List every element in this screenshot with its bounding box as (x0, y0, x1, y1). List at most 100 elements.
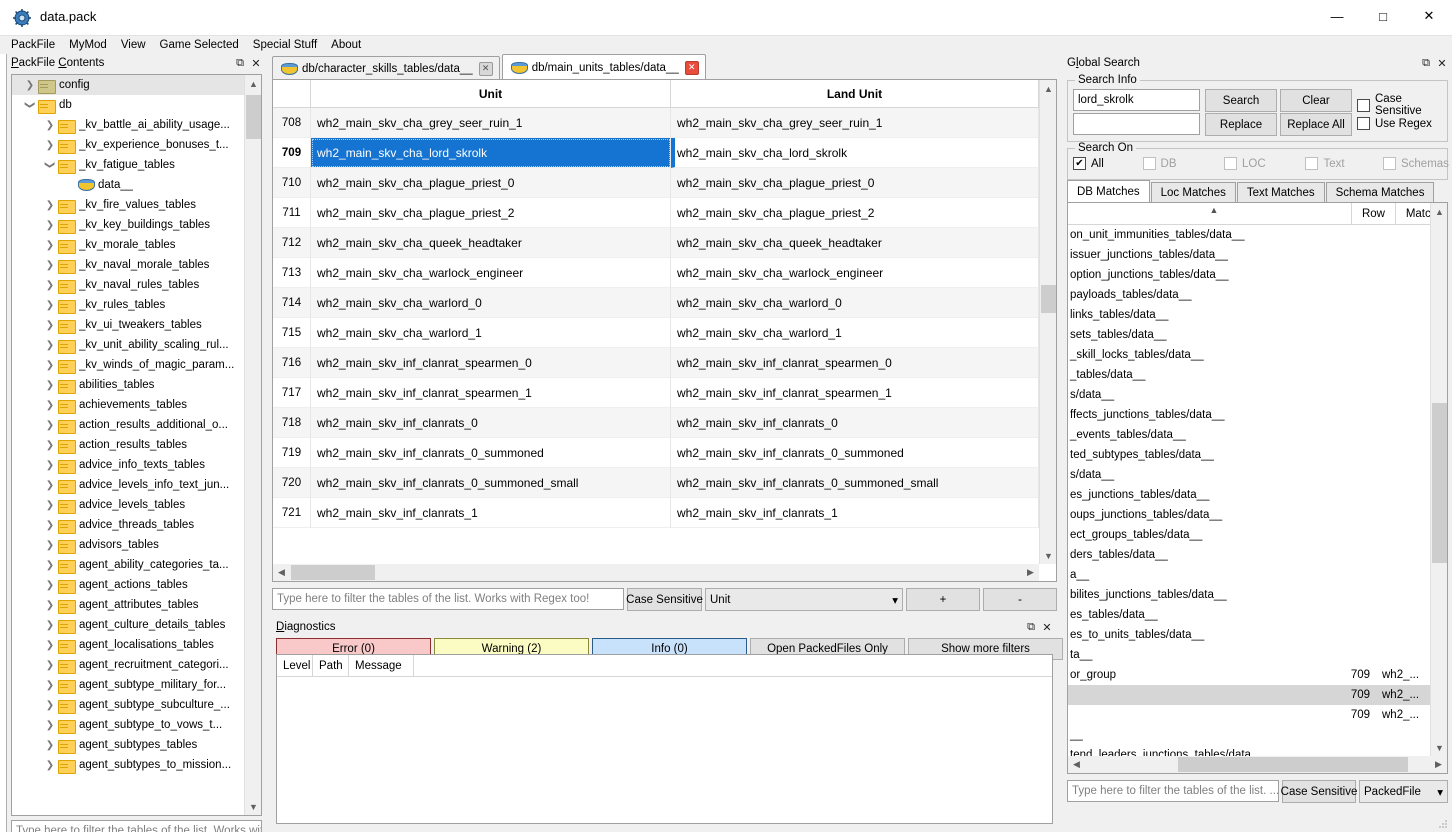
cell-unit[interactable]: wh2_main_skv_cha_warlord_1 (311, 318, 671, 348)
match-row[interactable]: _tables/data__ (1068, 365, 1430, 385)
tab-close-icon[interactable]: ✕ (684, 60, 699, 75)
tree-item[interactable]: ❯ advisors_tables (12, 535, 245, 555)
cell-land-unit[interactable]: wh2_main_skv_cha_queek_headtaker (671, 228, 1039, 258)
chevron-right-icon[interactable]: ❯ (42, 535, 58, 555)
chevron-right-icon[interactable]: ❯ (42, 715, 58, 735)
tree-item[interactable]: ❯ agent_recruitment_categori... (12, 655, 245, 675)
search-result-tab[interactable]: Schema Matches (1325, 182, 1435, 203)
match-row[interactable]: ta__ (1068, 645, 1430, 665)
unit-table-body[interactable]: 708 wh2_main_skv_cha_grey_seer_ruin_1 wh2_… (273, 108, 1056, 528)
cell-unit[interactable]: wh2_main_skv_cha_lord_skrolk (311, 138, 671, 168)
scroll-right-icon[interactable]: ▶ (1022, 564, 1039, 581)
cell-land-unit[interactable]: wh2_main_skv_inf_clanrat_spearmen_1 (671, 378, 1039, 408)
tree-item[interactable]: ❯ action_results_tables (12, 435, 245, 455)
tree-item[interactable]: ❯ advice_levels_info_text_jun... (12, 475, 245, 495)
cell-unit[interactable]: wh2_main_skv_cha_grey_seer_ruin_1 (311, 108, 671, 138)
match-row[interactable]: s/data__ (1068, 465, 1430, 485)
matches-case-sensitive-button[interactable]: Case Sensitive (1281, 780, 1357, 803)
cell-land-unit[interactable]: wh2_main_skv_cha_grey_seer_ruin_1 (671, 108, 1039, 138)
scroll-right-icon[interactable]: ▶ (1430, 756, 1447, 773)
matches-filter-input[interactable]: Type here to filter the tables of the li… (1067, 780, 1279, 802)
cell-land-unit[interactable]: wh2_main_skv_cha_warlock_engineer (671, 258, 1039, 288)
cell-land-unit[interactable]: wh2_main_skv_inf_clanrat_spearmen_0 (671, 348, 1039, 378)
chevron-right-icon[interactable]: ❯ (42, 315, 58, 335)
tree-item[interactable]: ❯ agent_ability_categories_ta... (12, 555, 245, 575)
tree-item[interactable]: data__ (12, 175, 245, 195)
chevron-down-icon[interactable]: ❯ (20, 97, 40, 113)
float-icon[interactable]: ⧉ (1023, 619, 1039, 635)
column-header-message[interactable]: Message (349, 655, 414, 677)
tree-item[interactable]: ❯ _kv_battle_ai_ability_usage... (12, 115, 245, 135)
chevron-right-icon[interactable]: ❯ (42, 735, 58, 755)
close-icon[interactable]: ✕ (1434, 55, 1450, 71)
column-header-row[interactable]: Row (1351, 203, 1395, 225)
diagnostics-table[interactable]: Level Path Message (276, 654, 1053, 824)
tree-item[interactable]: ❯ achievements_tables (12, 395, 245, 415)
chevron-right-icon[interactable]: ❯ (42, 655, 58, 675)
match-row[interactable]: bilites_junctions_tables/data__ (1068, 585, 1430, 605)
menu-item-packfile[interactable]: PackFile (4, 36, 62, 54)
table-vertical-scrollbar[interactable]: ▲ ▼ (1039, 80, 1056, 564)
scroll-left-icon[interactable]: ◀ (273, 564, 290, 581)
search-input[interactable]: lord_skrolk (1073, 89, 1200, 111)
tree-item[interactable]: ❯ advice_threads_tables (12, 515, 245, 535)
chevron-right-icon[interactable]: ❯ (42, 755, 58, 775)
scroll-left-icon[interactable]: ◀ (1068, 756, 1085, 773)
cell-land-unit[interactable]: wh2_main_skv_cha_lord_skrolk (671, 138, 1039, 168)
search-result-tab[interactable]: Text Matches (1236, 182, 1325, 203)
menu-item-view[interactable]: View (114, 36, 153, 54)
match-row[interactable]: option_junctions_tables/data__ (1068, 265, 1430, 285)
tree-item[interactable]: ❯ agent_actions_tables (12, 575, 245, 595)
chevron-right-icon[interactable]: ❯ (42, 115, 58, 135)
tree-item[interactable]: ❯ _kv_rules_tables (12, 295, 245, 315)
packfile-tree[interactable]: ❯ config ❯ db ❯ _kv_battle_ai_ability_usage..… (11, 74, 262, 816)
scroll-down-icon[interactable]: ▼ (1431, 739, 1447, 756)
add-filter-button[interactable]: + (906, 588, 980, 611)
tree-item[interactable]: ❯ _kv_naval_rules_tables (12, 275, 245, 295)
tree-item[interactable]: ❯ db (12, 95, 245, 115)
search-on-checkboxes[interactable]: ✔ All DB LOC Text Schemas (1073, 157, 1449, 170)
tree-item[interactable]: ❯ advice_levels_tables (12, 495, 245, 515)
match-row[interactable]: es_junctions_tables/data__ (1068, 485, 1430, 505)
table-row[interactable]: 709 wh2_main_skv_cha_lord_skrolk wh2_main_… (273, 138, 1056, 168)
chevron-right-icon[interactable]: ❯ (42, 275, 58, 295)
replace-button[interactable]: Replace (1205, 113, 1277, 136)
search-result-tab[interactable]: Loc Matches (1150, 182, 1236, 203)
column-header-level[interactable]: Level (277, 655, 313, 677)
remove-filter-button[interactable]: - (983, 588, 1057, 611)
match-row[interactable]: ffects_junctions_tables/data__ (1068, 405, 1430, 425)
cell-land-unit[interactable]: wh2_main_skv_inf_clanrats_1 (671, 498, 1039, 528)
scroll-up-icon[interactable]: ▲ (1040, 80, 1056, 97)
matches-horizontal-scrollbar[interactable]: ◀ ▶ (1068, 756, 1447, 773)
editor-tab[interactable]: db/character_skills_tables/data__ ✕ (272, 56, 500, 80)
match-row[interactable]: issuer_junctions_tables/data__ (1068, 245, 1430, 265)
tree-item[interactable]: ❯ advice_info_texts_tables (12, 455, 245, 475)
float-icon[interactable]: ⧉ (1418, 55, 1434, 71)
minimize-button[interactable]: — (1314, 0, 1360, 32)
search-on-all-checkbox[interactable]: ✔ All (1073, 157, 1143, 170)
match-row[interactable]: s/data__ (1068, 385, 1430, 405)
menu-item-mymod[interactable]: MyMod (62, 36, 114, 54)
cell-unit[interactable]: wh2_main_skv_inf_clanrats_0_summoned_sma… (311, 468, 671, 498)
match-row[interactable]: es_tables/data__ (1068, 605, 1430, 625)
match-row[interactable]: on_unit_immunities_tables/data__ (1068, 225, 1430, 245)
close-icon[interactable]: ✕ (248, 55, 264, 71)
cell-unit[interactable]: wh2_main_skv_cha_plague_priest_2 (311, 198, 671, 228)
table-row[interactable]: 712 wh2_main_skv_cha_queek_headtaker wh2_m… (273, 228, 1056, 258)
tree-item[interactable]: ❯ _kv_naval_morale_tables (12, 255, 245, 275)
tree-item[interactable]: ❯ _kv_key_buildings_tables (12, 215, 245, 235)
scroll-thumb[interactable] (1041, 285, 1056, 313)
scroll-up-icon[interactable]: ▲ (1431, 203, 1447, 220)
chevron-right-icon[interactable]: ❯ (42, 415, 58, 435)
tree-item[interactable]: ❯ agent_subtypes_to_mission... (12, 755, 245, 775)
use-regex-checkbox[interactable]: Use Regex (1357, 117, 1432, 130)
chevron-right-icon[interactable]: ❯ (42, 195, 58, 215)
tree-item[interactable]: ❯ agent_localisations_tables (12, 635, 245, 655)
chevron-right-icon[interactable]: ❯ (42, 235, 58, 255)
match-row[interactable]: ted_subtypes_tables/data__ (1068, 445, 1430, 465)
chevron-right-icon[interactable]: ❯ (42, 135, 58, 155)
table-row[interactable]: 719 wh2_main_skv_inf_clanrats_0_summoned w… (273, 438, 1056, 468)
column-header-unit[interactable]: Unit (311, 80, 671, 108)
db-matches-list[interactable]: ▲ Row Match on_unit_immunities_tables/da… (1067, 202, 1448, 774)
chevron-right-icon[interactable]: ❯ (42, 215, 58, 235)
